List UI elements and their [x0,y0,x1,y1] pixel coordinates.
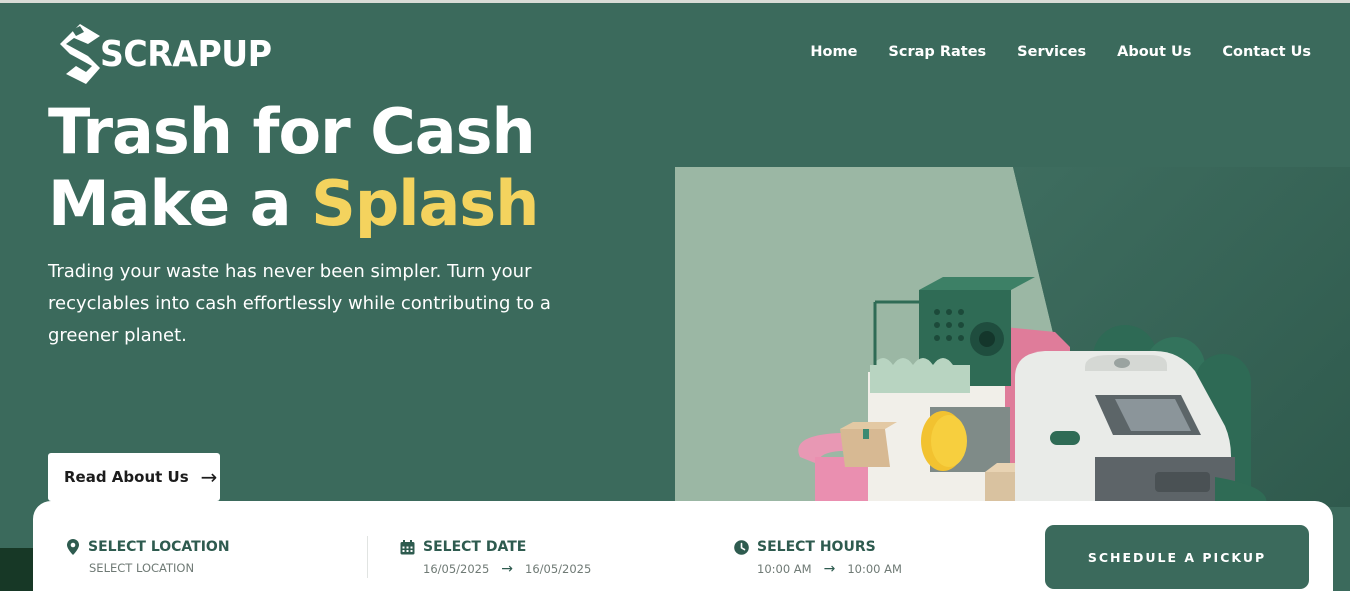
hours-label: SELECT HOURS [757,539,876,555]
nav-contact-us[interactable]: Contact Us [1222,44,1311,60]
hours-from: 10:00 AM [757,562,812,576]
booking-divider [367,536,368,578]
hero-headline: Trash for Cash Make a Splash [48,95,539,240]
location-value: SELECT LOCATION [89,561,195,575]
location-label: SELECT LOCATION [88,539,230,555]
date-from: 16/05/2025 [423,562,490,576]
hero-subtitle: Trading your waste has never been simple… [48,261,551,346]
hours-to: 10:00 AM [847,562,902,576]
clock-icon [734,539,749,555]
brand-name: SCRAPUP [100,33,272,75]
date-label: SELECT DATE [423,539,527,555]
location-field[interactable]: SELECT LOCATION SELECT LOCATION [66,539,230,575]
hero-illustration [675,167,1350,507]
arrow-right-icon: → [823,561,836,577]
headline-line-1: Trash for Cash [48,95,536,168]
arrow-right-icon: → [200,465,218,489]
nav-about-us[interactable]: About Us [1117,44,1191,60]
nav-home[interactable]: Home [810,44,857,60]
date-field[interactable]: SELECT DATE 16/05/2025 → 16/05/2025 [400,539,591,577]
nav-scrap-rates[interactable]: Scrap Rates [888,44,986,60]
brand-logo[interactable]: SCRAPUP [58,22,286,86]
headline-line-2-prefix: Make a [48,167,312,240]
read-about-us-label: Read About Us [64,468,189,486]
calendar-icon [400,539,415,554]
main-nav: Home Scrap Rates Services About Us Conta… [810,44,1311,60]
pickup-booking-bar: SELECT LOCATION SELECT LOCATION SELECT D… [33,501,1333,591]
nav-services[interactable]: Services [1017,44,1086,60]
map-pin-icon [67,539,79,555]
headline-accent: Splash [311,167,539,240]
read-about-us-button[interactable]: Read About Us → [48,453,220,501]
date-to: 16/05/2025 [525,562,592,576]
hours-field[interactable]: SELECT HOURS 10:00 AM → 10:00 AM [734,539,902,577]
arrow-right-icon: → [501,561,514,577]
schedule-pickup-button[interactable]: SCHEDULE A PICKUP [1045,525,1309,589]
logo-s-icon [60,24,100,84]
